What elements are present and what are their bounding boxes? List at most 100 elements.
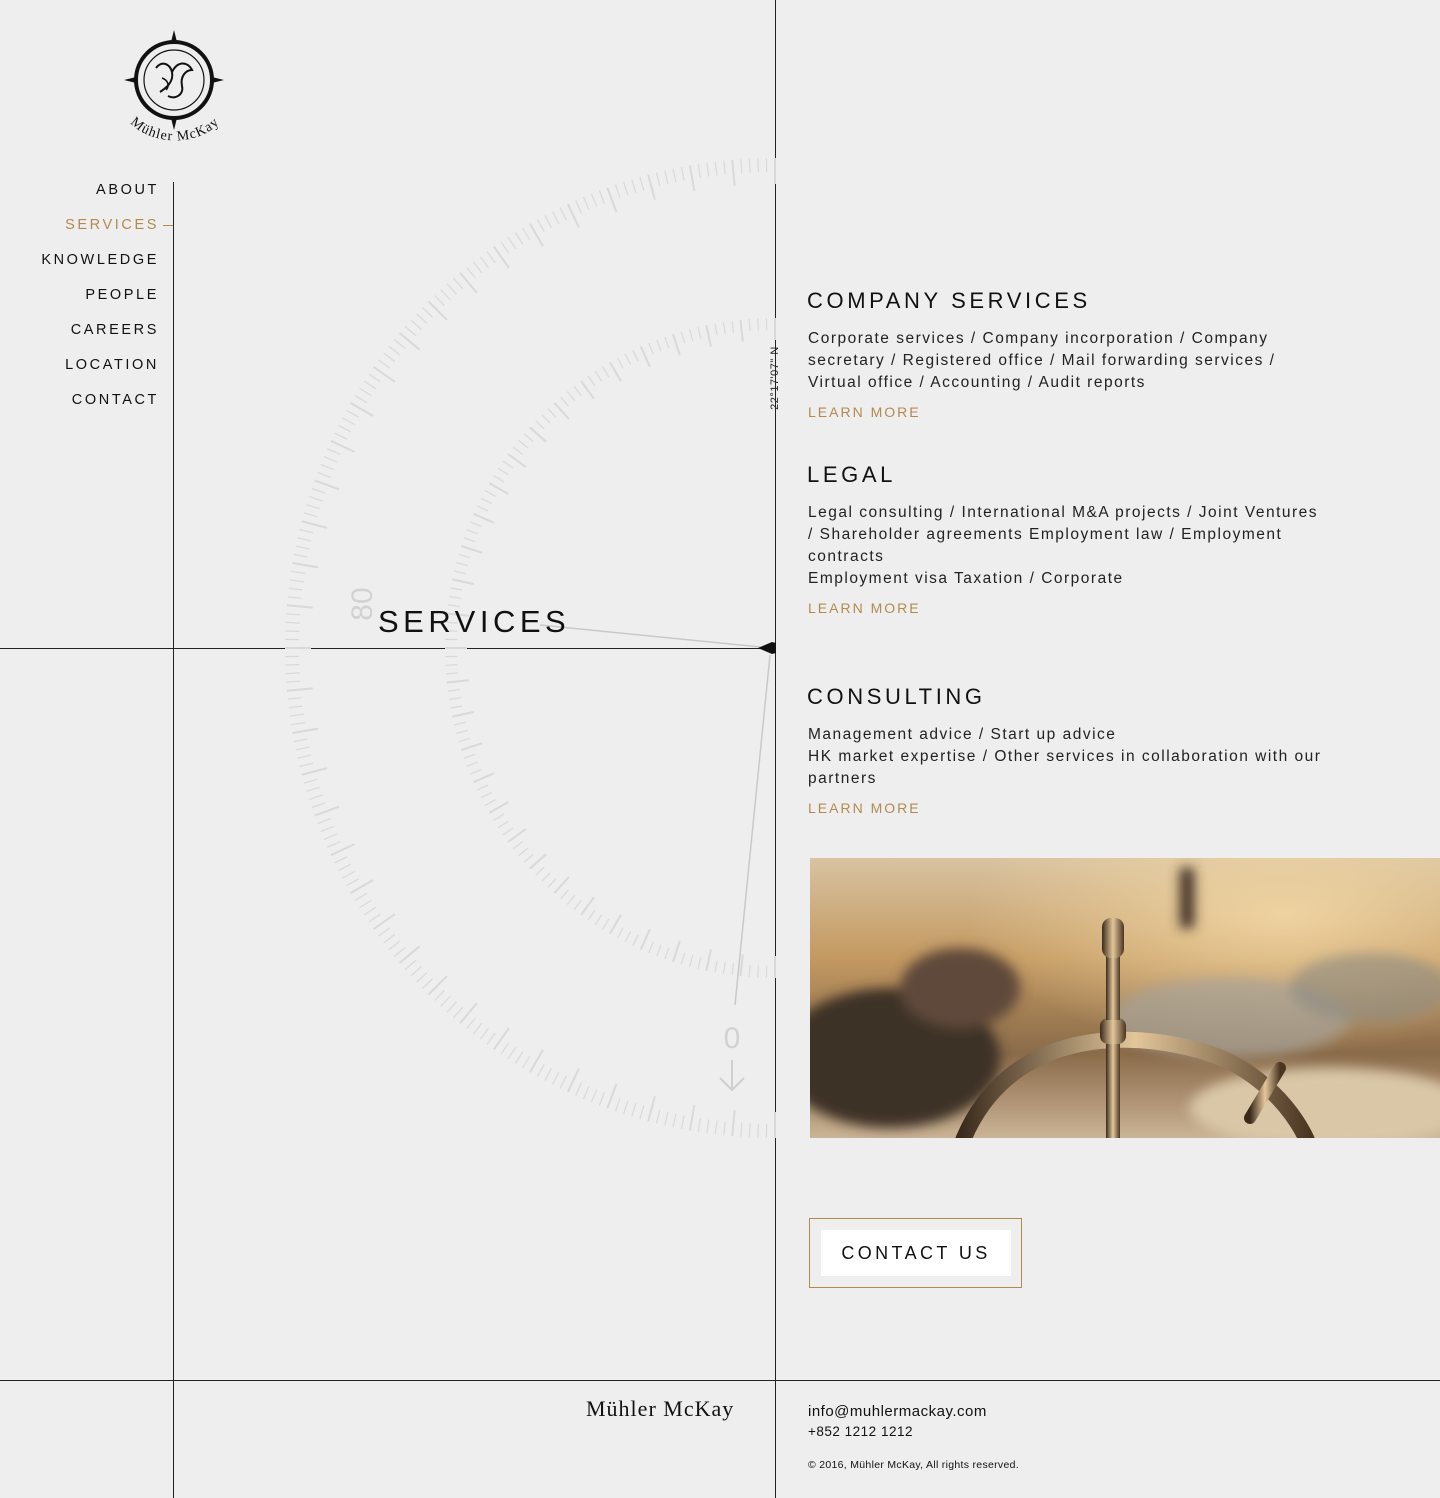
dial-label-80: 80 — [346, 587, 379, 620]
dial-tick — [378, 359, 391, 369]
dial-tick — [575, 200, 582, 214]
dial-tick — [466, 761, 479, 767]
coordinate-text: 22°17'07" N — [769, 346, 781, 410]
dial-tick — [535, 420, 545, 430]
dial-tick — [664, 336, 670, 349]
dial-tick — [664, 1111, 669, 1126]
dial-tick — [480, 497, 492, 505]
dial-tick — [306, 786, 320, 792]
dial-needle-upper — [539, 624, 771, 649]
dial-tick — [292, 727, 319, 735]
dial-tick — [664, 947, 670, 960]
dial-tick — [311, 802, 326, 809]
dial-arrow-icon — [719, 1060, 745, 1092]
dial-tick — [689, 955, 694, 967]
dial-tick — [404, 959, 417, 970]
dial-tick — [639, 176, 645, 191]
dial-tick — [354, 892, 368, 901]
dial-tick — [502, 827, 514, 836]
nav-item-location[interactable]: LOCATION — [0, 355, 159, 390]
dial-tick — [327, 841, 341, 848]
dial-tick — [295, 746, 310, 751]
nav-item-careers[interactable]: CAREERS — [0, 320, 159, 355]
dial-tick — [466, 529, 479, 535]
dial-tick — [354, 395, 368, 404]
dial-tick — [688, 165, 696, 192]
dial-tick — [459, 271, 478, 294]
dial-tick — [453, 1006, 464, 1019]
dial-tick — [723, 1121, 726, 1136]
dial-label-0: 0 — [724, 1022, 741, 1055]
dial-tick — [705, 324, 712, 347]
section-heading: CONSULTING — [807, 684, 986, 709]
dial-tick — [416, 972, 428, 983]
dial-tick — [299, 528, 314, 534]
dial-tick — [748, 964, 751, 978]
dial-tick — [697, 326, 702, 339]
dial-tick — [308, 496, 323, 502]
dial-tick — [486, 1032, 496, 1045]
dial-tick — [714, 323, 718, 336]
dial-tick — [631, 1103, 637, 1117]
dial-tick — [740, 159, 743, 174]
dial-tick — [460, 545, 483, 554]
dial-tick — [606, 187, 618, 213]
dial-tick — [656, 944, 662, 957]
footer-phone[interactable]: +852 1212 1212 — [808, 1424, 913, 1439]
dial-tick — [446, 283, 457, 295]
nav-item-knowledge[interactable]: KNOWLEDGE — [0, 250, 159, 285]
dial-tick — [450, 587, 463, 591]
dial-tick — [757, 318, 759, 331]
dial-tick — [287, 596, 302, 599]
dial-tick — [447, 688, 460, 692]
learn-more-link-consulting[interactable]: LEARN MORE — [808, 800, 921, 816]
section-legal: LEGAL Legal consulting / International M… — [807, 462, 1327, 618]
dial-tick — [363, 380, 377, 390]
dial-tick — [440, 995, 451, 1007]
dial-tick — [639, 928, 651, 950]
dial-tick — [398, 945, 421, 964]
dial-tick — [488, 482, 509, 495]
dial-tick — [456, 729, 468, 734]
nav-item-people[interactable]: PEOPLE — [0, 285, 159, 320]
dial-tick — [536, 219, 545, 232]
dial-tick — [404, 326, 417, 337]
dial-tick — [566, 391, 576, 402]
dial-tick — [518, 439, 529, 449]
nav-item-contact[interactable]: CONTACT — [0, 390, 159, 425]
dial-tick — [427, 300, 448, 321]
nav-item-about[interactable]: ABOUT — [0, 180, 159, 215]
footer-email[interactable]: info@muhlermackay.com — [808, 1403, 987, 1420]
dial-tick — [299, 762, 314, 768]
dial-tick — [469, 521, 482, 527]
dial-tick — [463, 753, 476, 759]
dial-tick — [440, 289, 451, 301]
dial-tick — [285, 672, 300, 675]
nav-item-services[interactable]: SERVICES — [0, 215, 159, 250]
section-company-services: COMPANY SERVICES Corporate services / Co… — [807, 288, 1327, 422]
section-text: Legal consulting / International M&A pro… — [808, 504, 1319, 565]
dial-tick — [473, 772, 495, 784]
dial-tick — [731, 1110, 736, 1137]
dial-tick — [493, 813, 505, 821]
dial-tick — [512, 446, 524, 455]
page-title: SERVICES — [378, 604, 571, 639]
dial-tick — [523, 854, 534, 863]
dial-tick — [398, 332, 421, 351]
dial-tick — [632, 934, 639, 947]
dial-tick — [566, 203, 580, 228]
dial-tick — [566, 894, 576, 905]
dial-tick — [739, 319, 744, 342]
learn-more-link-legal[interactable]: LEARN MORE — [808, 600, 921, 616]
dial-tick — [672, 1113, 677, 1128]
dial-tick — [714, 960, 718, 973]
contact-us-button[interactable]: CONTACT US — [821, 1230, 1011, 1276]
dial-tick — [573, 385, 582, 397]
dial-tick — [287, 697, 302, 700]
dial-tick — [346, 878, 359, 887]
dial-tick — [459, 1002, 478, 1025]
section-text: HK market expertise / Other services in … — [808, 748, 1322, 787]
footer-brand: Mühler McKay — [586, 1396, 735, 1421]
learn-more-link-company[interactable]: LEARN MORE — [808, 404, 921, 420]
dial-tick — [363, 906, 377, 916]
